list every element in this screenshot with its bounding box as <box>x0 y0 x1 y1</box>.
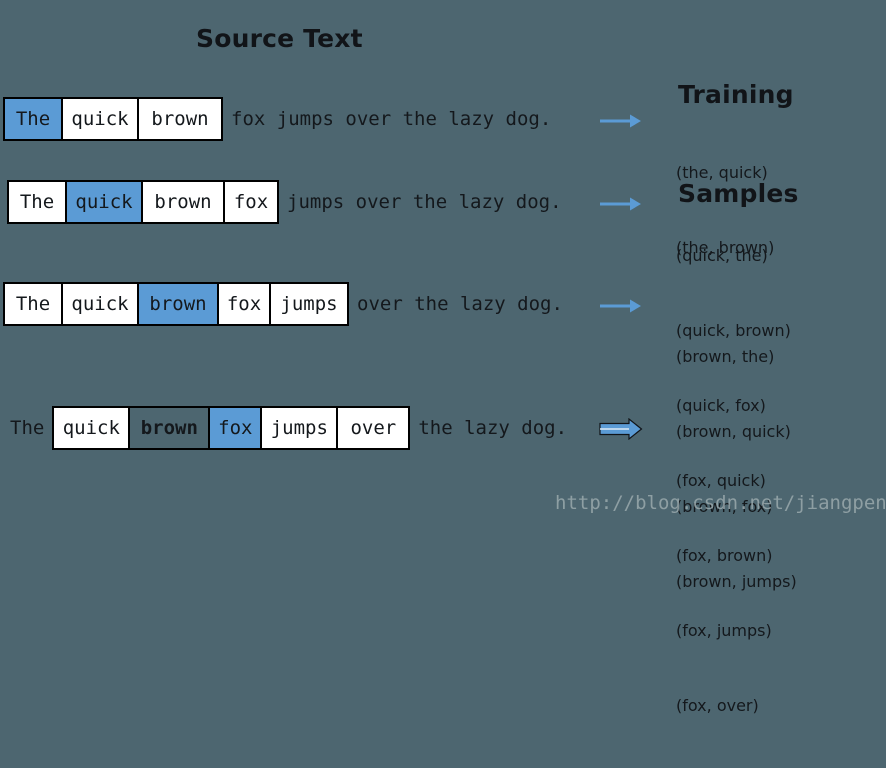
row-4-cell-5[interactable]: over <box>338 408 409 448</box>
training-sample-item: (quick, the) <box>676 246 768 265</box>
row-4-cell-1[interactable]: quick <box>54 408 131 448</box>
training-sample-item: (fox, jumps) <box>676 621 772 640</box>
row-3-cell-3[interactable]: brown <box>139 284 219 324</box>
row-3-cell-4[interactable]: fox <box>219 284 271 324</box>
row-4-cell-2[interactable]: brown <box>130 408 211 448</box>
row-3-cell-5[interactable]: jumps <box>271 284 347 324</box>
row-2-context-window: The quick brown fox <box>7 180 279 224</box>
training-samples-title-line1: Training <box>678 80 794 109</box>
row-2-cell-2[interactable]: quick <box>67 182 143 222</box>
training-sample-item: (the, quick) <box>676 163 768 182</box>
source-text-title: Source Text <box>196 24 363 53</box>
row-2-cell-3[interactable]: brown <box>143 182 225 222</box>
training-sample-item: (fox, quick) <box>676 471 766 490</box>
sentence-row-3: The quick brown fox jumps over the lazy … <box>3 282 563 326</box>
training-samples-row-4: (fox, quick) (fox, brown) (fox, jumps) (… <box>676 418 772 768</box>
row-3-tail-text: over the lazy dog. <box>357 293 563 315</box>
row-2-cell-1[interactable]: The <box>9 182 67 222</box>
training-sample-item: (brown, the) <box>676 347 775 366</box>
row-4-cell-4[interactable]: jumps <box>262 408 339 448</box>
diagram-canvas: Source Text Training Samples The quick b… <box>0 0 886 715</box>
hollow-arrow-icon <box>599 418 643 440</box>
solid-arrow-icon <box>599 193 643 215</box>
solid-arrow-icon <box>599 295 643 317</box>
row-3-cell-2[interactable]: quick <box>63 284 139 324</box>
row-3-cell-1[interactable]: The <box>5 284 63 324</box>
row-2-tail-text: jumps over the lazy dog. <box>287 191 562 213</box>
sentence-row-4: The quick brown fox jumps over the lazy … <box>10 406 567 450</box>
training-sample-item: (fox, over) <box>676 696 759 715</box>
row-4-tail-text: the lazy dog. <box>418 417 568 439</box>
row-3-context-window: The quick brown fox jumps <box>3 282 349 326</box>
sentence-row-2: The quick brown fox jumps over the lazy … <box>7 180 562 224</box>
row-4-lead-text: The <box>10 417 45 439</box>
training-sample-item: (fox, brown) <box>676 546 773 565</box>
sentence-row-1: The quick brown fox jumps over the lazy … <box>3 97 551 141</box>
row-1-cell-2[interactable]: quick <box>63 99 139 139</box>
row-1-context-window: The quick brown <box>3 97 223 141</box>
row-1-tail-text: fox jumps over the lazy dog. <box>231 108 552 130</box>
watermark-text: http://blog.csdn.net/jiangpeng59 <box>555 492 886 514</box>
row-2-cell-4[interactable]: fox <box>225 182 277 222</box>
row-4-cell-3[interactable]: fox <box>210 408 263 448</box>
row-1-cell-1[interactable]: The <box>5 99 63 139</box>
row-1-cell-3[interactable]: brown <box>139 99 221 139</box>
solid-arrow-icon <box>599 110 643 132</box>
row-4-context-window: quick brown fox jumps over <box>52 406 411 450</box>
